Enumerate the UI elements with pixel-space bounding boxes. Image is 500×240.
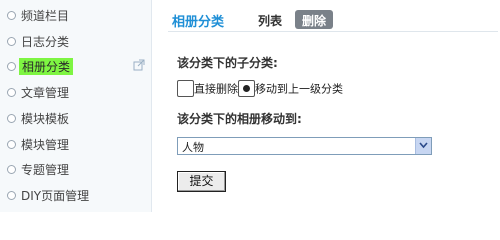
header-divider bbox=[168, 31, 498, 32]
sidebar-item-module-management[interactable]: 模块管理 bbox=[0, 133, 151, 157]
sidebar-item-diy-page-management[interactable]: DIY页面管理 bbox=[0, 184, 151, 208]
bullet-icon bbox=[7, 114, 16, 123]
sidebar: 频道栏目 日志分类 相册分类 文章管理 模块模板 模块管理 专题管理 DIY页面… bbox=[0, 0, 152, 212]
sidebar-item-label: 模块管理 bbox=[21, 138, 70, 152]
bullet-icon bbox=[7, 37, 16, 46]
page-title: 相册分类 bbox=[172, 15, 225, 30]
target-category-value: 人物 bbox=[182, 141, 204, 154]
sidebar-item-label: 频道栏目 bbox=[21, 9, 70, 23]
subcategory-options: 直接删除 移动到上一级分类 bbox=[177, 80, 343, 98]
bullet-icon bbox=[7, 11, 16, 20]
subcategory-heading: 该分类下的子分类: bbox=[177, 56, 278, 70]
sidebar-item-label: 模块模板 bbox=[21, 112, 70, 126]
tab-list[interactable]: 列表 bbox=[258, 12, 282, 29]
tab-delete[interactable]: 删除 bbox=[295, 10, 334, 29]
sidebar-item-label: 专题管理 bbox=[21, 163, 70, 177]
bullet-icon bbox=[7, 191, 16, 200]
submit-button[interactable]: 提交 bbox=[177, 171, 226, 192]
sidebar-item-label: DIY页面管理 bbox=[21, 189, 90, 203]
sidebar-item-topic-management[interactable]: 专题管理 bbox=[0, 158, 151, 182]
bullet-icon bbox=[7, 165, 16, 174]
bullet-icon bbox=[7, 62, 16, 71]
bullet-icon bbox=[7, 88, 16, 97]
main-content: 相册分类 列表 删除 该分类下的子分类: 直接删除 移动到上一级分类 该分类下的相… bbox=[152, 0, 500, 212]
sidebar-item-blog-categories[interactable]: 日志分类 bbox=[0, 30, 151, 54]
delete-directly-radio[interactable] bbox=[177, 80, 194, 97]
bullet-icon bbox=[7, 140, 16, 149]
sidebar-item-article-management[interactable]: 文章管理 bbox=[0, 81, 151, 105]
sidebar-item-album-categories[interactable]: 相册分类 bbox=[0, 55, 151, 79]
delete-directly-label[interactable]: 直接删除 bbox=[194, 83, 238, 96]
external-link-icon[interactable] bbox=[133, 59, 145, 71]
chevron-down-icon[interactable] bbox=[415, 138, 431, 154]
sidebar-item-module-templates[interactable]: 模块模板 bbox=[0, 107, 151, 131]
move-to-parent-radio[interactable] bbox=[238, 80, 255, 97]
sidebar-item-label: 文章管理 bbox=[21, 86, 70, 100]
move-to-parent-label[interactable]: 移动到上一级分类 bbox=[255, 83, 343, 96]
sidebar-item-label: 相册分类 bbox=[19, 58, 74, 75]
sidebar-item-channel-columns[interactable]: 频道栏目 bbox=[0, 4, 151, 28]
sidebar-item-label: 日志分类 bbox=[21, 35, 70, 49]
target-category-select[interactable]: 人物 bbox=[177, 137, 432, 155]
move-albums-heading: 该分类下的相册移动到: bbox=[177, 112, 302, 126]
